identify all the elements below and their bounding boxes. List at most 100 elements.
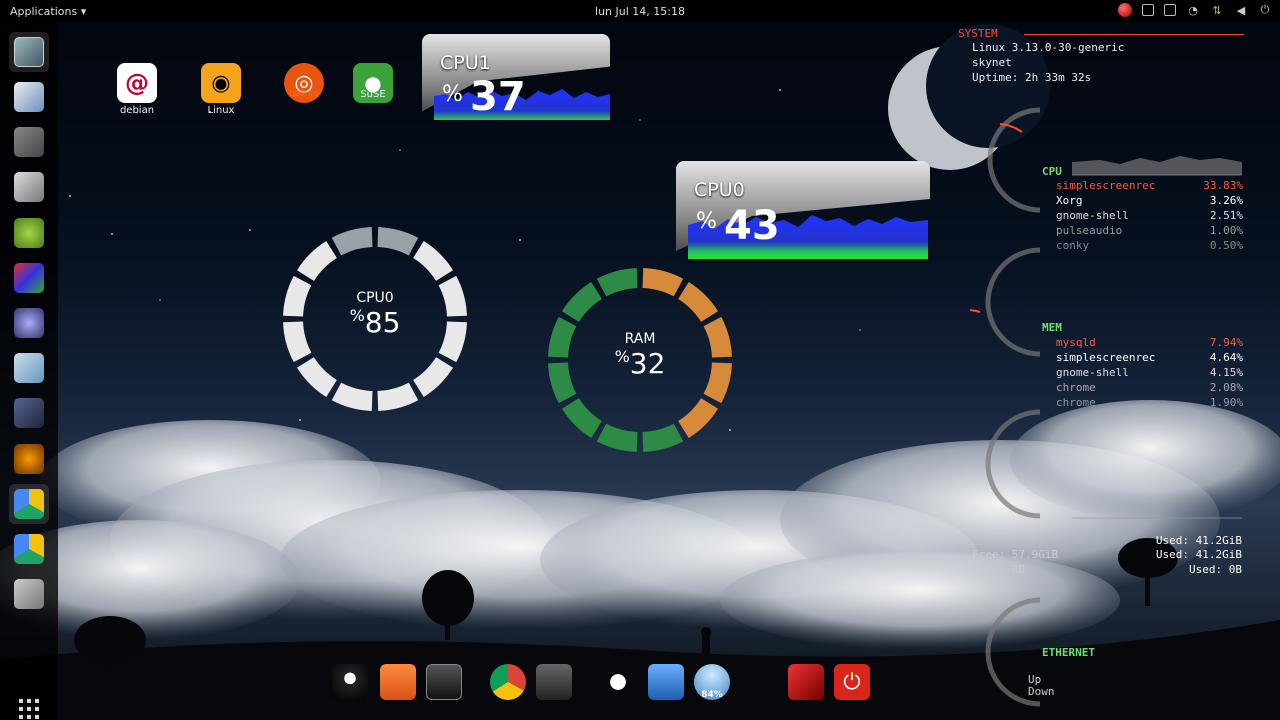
record-icon[interactable] xyxy=(1118,3,1132,17)
cpu-proc-name: conky xyxy=(1056,239,1090,252)
cpu0-title: CPU0 xyxy=(694,179,745,201)
software-center-icon[interactable] xyxy=(380,664,416,700)
ramRing-segment xyxy=(642,423,684,452)
app9-icon[interactable] xyxy=(14,398,44,428)
mem-proc-name: chrome xyxy=(1056,396,1096,409)
window-icon[interactable] xyxy=(14,37,44,67)
cpu1-title: CPU1 xyxy=(440,52,491,74)
terminal-icon[interactable] xyxy=(426,664,462,700)
mem-process-list: mysqld 7.94% simplescreenrec 4.64% gnome… xyxy=(1056,336,1243,411)
cpu1-value: 37 xyxy=(470,74,526,120)
mem-header: MEM xyxy=(1042,321,1062,334)
debian-icon: @ xyxy=(117,63,157,103)
linux-icon: ◉ xyxy=(201,63,241,103)
app6-icon[interactable] xyxy=(14,263,44,293)
mem-proc-value: 4.15% xyxy=(1209,366,1243,379)
cpu-proc-name: pulseaudio xyxy=(1056,224,1123,237)
disk-free-2: Free: 0B xyxy=(972,563,1025,576)
cpuRing-segment xyxy=(377,382,419,411)
uptime-text: Uptime: 2h 33m 32s xyxy=(972,71,1092,84)
linux-label: Linux xyxy=(207,105,235,116)
show-applications-button[interactable] xyxy=(16,698,42,720)
keyboard-icon[interactable] xyxy=(1142,4,1154,16)
debian-launcher[interactable]: @ debian xyxy=(116,63,158,116)
cpu-proc-value: 0.50% xyxy=(1209,239,1243,252)
app13-icon[interactable] xyxy=(14,579,44,609)
cube-icon[interactable] xyxy=(14,353,44,383)
cpuRing-segment xyxy=(283,275,312,317)
android-icon[interactable] xyxy=(14,218,44,248)
google-drive-icon[interactable] xyxy=(14,489,44,519)
clipboard-icon[interactable] xyxy=(1164,4,1176,16)
disk-used-1: Used: 41.2GiB xyxy=(1155,534,1242,547)
ramRing-segment xyxy=(548,316,577,358)
cpu-proc-name: Xorg xyxy=(1056,194,1083,207)
cpu-process-list: simplescreenrec 33.83% Xorg 3.26% gnome-… xyxy=(1056,179,1243,254)
linux-launcher[interactable]: ◉ Linux xyxy=(200,63,242,116)
network-icon[interactable]: ⇅ xyxy=(1210,3,1224,17)
mem-proc-value: 2.08% xyxy=(1209,381,1243,394)
power-icon[interactable]: ⏻ xyxy=(834,664,870,700)
kernel-text: Linux 3.13.0-30-generic xyxy=(972,41,1125,54)
mem-proc-name: simplescreenrec xyxy=(1056,351,1156,364)
system-divider xyxy=(1024,34,1244,35)
ubuntu-label: ubuntu xyxy=(289,89,319,98)
volume-icon[interactable]: ◀ xyxy=(1234,3,1248,17)
cpu-proc-value: 3.26% xyxy=(1209,194,1243,207)
mem-proc-value: 1.90% xyxy=(1209,396,1243,409)
cpu0-ring-percent-sign: % xyxy=(349,306,365,325)
ram-ring-label: RAM xyxy=(624,331,656,347)
cpuRing-segment xyxy=(283,321,312,363)
google-drive-icon-2[interactable] xyxy=(14,534,44,564)
app7-icon[interactable] xyxy=(14,308,44,338)
hostname-text: skynet xyxy=(972,56,1012,69)
cpu-proc-name: gnome-shell xyxy=(1056,209,1129,222)
chrome-icon[interactable] xyxy=(490,664,526,700)
ramRing-segment xyxy=(642,268,684,297)
left-dock xyxy=(0,22,58,720)
red-app-icon[interactable] xyxy=(788,664,824,700)
cpuRing-segment xyxy=(331,382,373,411)
brightness-icon[interactable] xyxy=(600,664,636,700)
suse-launcher[interactable]: ● SuSE xyxy=(352,63,394,103)
cpu0-ring-readout: CPU0 %85 xyxy=(325,290,425,339)
cpu1-widget: CPU1 % 37 xyxy=(422,34,610,120)
cpu-proc-value: 1.00% xyxy=(1209,224,1243,237)
bottom-dock: 84% ⏻ xyxy=(330,660,880,708)
app4-icon[interactable] xyxy=(14,172,44,202)
top-panel: Applications ▾ lun Jul 14, 15:18 ◔ ⇅ ◀ ⏻ xyxy=(0,0,1280,22)
cpu1-percent-sign: % xyxy=(442,82,463,107)
cpu0-ring-label: CPU0 xyxy=(356,290,394,306)
chevron-down-icon: ▾ xyxy=(80,4,87,18)
mem-proc-value: 7.94% xyxy=(1209,336,1243,349)
power-menu-icon[interactable]: ⏻ xyxy=(1258,3,1272,17)
mem-proc-name: gnome-shell xyxy=(1056,366,1129,379)
mem-proc-name: chrome xyxy=(1056,381,1096,394)
toolbox-icon[interactable] xyxy=(648,664,684,700)
ubuntu-launcher[interactable]: ◎ ubuntu xyxy=(283,63,325,103)
cpuRing-segment xyxy=(331,227,373,256)
cpuRing-segment xyxy=(438,321,467,363)
cpu0-value: 43 xyxy=(724,203,780,249)
app10-icon[interactable] xyxy=(14,444,44,474)
battery-label: 84% xyxy=(701,690,723,700)
clock[interactable]: lun Jul 14, 15:18 xyxy=(595,5,685,18)
applications-menu[interactable]: Applications ▾ xyxy=(0,5,86,18)
ramRing-segment xyxy=(561,281,602,322)
battery-icon[interactable]: 84% xyxy=(694,664,730,700)
suse-label: SuSE xyxy=(360,89,386,100)
s-app-icon[interactable] xyxy=(14,82,44,112)
cpu-proc-name: simplescreenrec xyxy=(1056,179,1156,192)
ram-ring-readout: RAM %32 xyxy=(590,331,690,380)
tux-icon[interactable] xyxy=(332,664,368,700)
debian-label: debian xyxy=(119,105,155,116)
cpu0-percent-sign: % xyxy=(696,209,717,234)
ethernet-header: ETHERNET xyxy=(1042,646,1095,659)
app3-icon[interactable] xyxy=(14,127,44,157)
mem-proc-value: 4.64% xyxy=(1209,351,1243,364)
eth-down-label: Down xyxy=(1028,685,1055,698)
ramRing-segment xyxy=(703,362,732,404)
cpu-header: CPU xyxy=(1042,165,1062,178)
app-icon[interactable] xyxy=(536,664,572,700)
rss-icon[interactable]: ◔ xyxy=(1186,3,1200,17)
